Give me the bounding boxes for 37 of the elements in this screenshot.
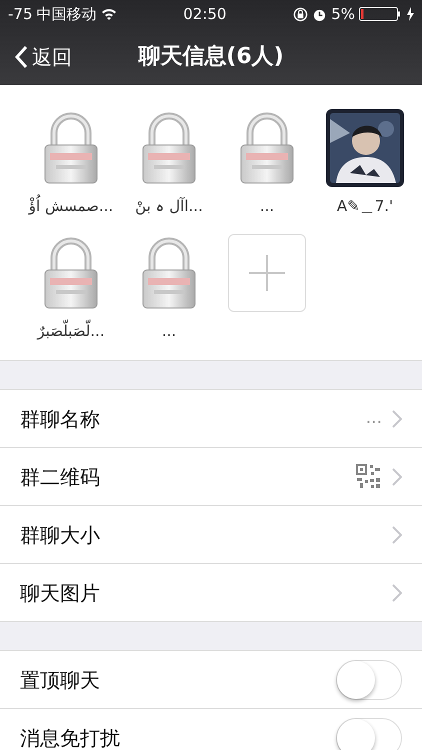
toggle-switch[interactable] [336, 660, 402, 700]
back-button[interactable]: 返回 [14, 42, 72, 72]
chevron-icon [392, 468, 402, 486]
member-name: اآل ہ بنْ... [135, 196, 203, 217]
row-label: 群聊大小 [20, 522, 101, 548]
settings-row[interactable]: 聊天图片 [0, 564, 422, 622]
toggle-switch[interactable] [336, 718, 402, 750]
settings-row[interactable]: 群二维码 [0, 448, 422, 506]
row-value: ... [366, 406, 382, 430]
qr-code-icon [356, 464, 382, 490]
back-chevron-icon [14, 44, 28, 68]
chevron-icon [392, 584, 402, 602]
charging-icon [407, 7, 414, 21]
plus-icon [247, 252, 287, 292]
signal-strength: -75 [8, 4, 32, 25]
add-member-button[interactable] [228, 234, 306, 312]
member-name: صمسش اُؤْ... [28, 195, 114, 218]
settings-row[interactable]: 群聊名称 ... [0, 390, 422, 448]
battery-icon [359, 7, 403, 21]
member-name: ... [260, 196, 274, 217]
wifi-icon [100, 8, 116, 20]
member-name: A✎＿7.' [336, 196, 394, 217]
rotation-lock-icon [293, 6, 308, 22]
carrier-name: 中国移动 [36, 4, 96, 25]
settings-row[interactable]: 群聊大小 [0, 506, 422, 564]
page-title: 聊天信息(6人) [138, 43, 284, 71]
battery-percent: 5% [331, 4, 355, 25]
row-label: 群二维码 [20, 464, 101, 490]
member-name: ... [162, 320, 176, 342]
clock-time: 02:50 [183, 4, 226, 25]
row-label: 聊天图片 [20, 580, 101, 606]
chevron-icon [392, 410, 402, 428]
row-label: 群聊名称 [20, 406, 101, 432]
chevron-icon [392, 526, 402, 544]
row-label: 置顶聊天 [20, 666, 101, 694]
member-name: لّصَبلّصَبرٌ... [37, 320, 105, 342]
row-label: 消息免打扰 [20, 724, 121, 750]
